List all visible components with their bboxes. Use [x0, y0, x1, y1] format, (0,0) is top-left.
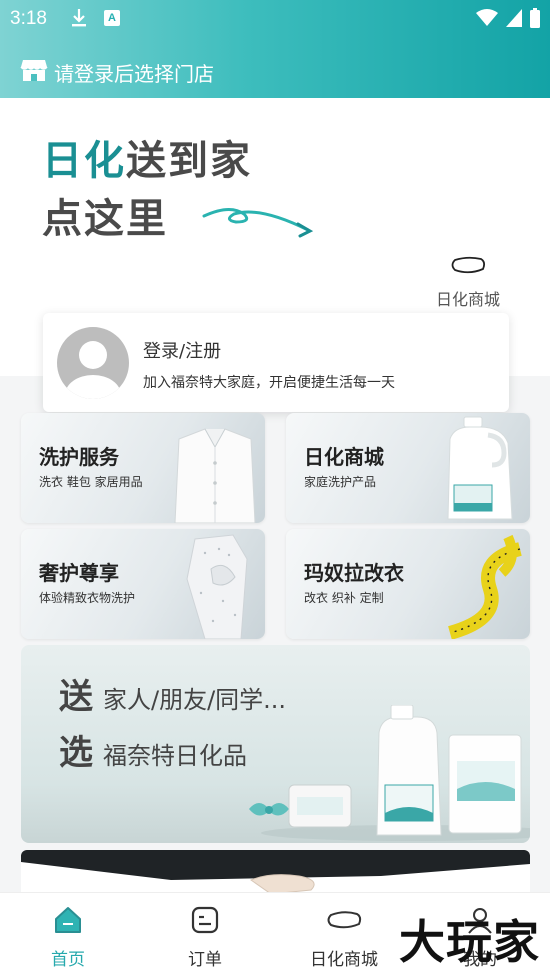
watermark: 大玩家 — [399, 915, 540, 969]
service-subtitle: 改衣 织补 定制 — [304, 591, 384, 605]
login-subtitle: 加入福奈特大家庭，开启便捷生活每一天 — [143, 375, 395, 391]
service-card-tailor[interactable]: 玛奴拉改衣 改衣 织补 定制 — [286, 529, 530, 639]
garment-image — [186, 534, 248, 639]
home-icon — [55, 907, 81, 933]
store-prompt: 请登录后选择门店 — [54, 62, 214, 86]
hero-line-1: 日化送到家 — [42, 138, 252, 184]
download-icon — [70, 8, 88, 32]
orders-icon — [191, 906, 219, 934]
tab-shop[interactable]: 日化商城 — [294, 905, 394, 970]
detergent-bottle-image — [447, 416, 513, 520]
service-card-luxury[interactable]: 奢护尊享 体验精致衣物洗护 — [21, 529, 265, 639]
wifi-icon — [476, 9, 498, 26]
soap-icon — [451, 256, 486, 274]
tab-orders[interactable]: 订单 — [155, 905, 255, 970]
service-title: 奢护尊享 — [39, 561, 119, 585]
store-selector[interactable]: 请登录后选择门店 — [20, 58, 214, 87]
tab-label: 订单 — [188, 950, 222, 970]
app-header: 3:18 A 请登录后选择门店 — [0, 0, 550, 98]
product-image — [249, 705, 530, 841]
system-status-icons — [476, 8, 540, 28]
service-subtitle: 家庭洗护产品 — [304, 475, 377, 489]
promo-banner[interactable]: 送 家人/朋友/同学... 选 福奈特日化品 — [21, 645, 530, 843]
store-icon — [20, 58, 48, 87]
soap-icon — [327, 911, 362, 929]
service-subtitle: 体验精致衣物洗护 — [39, 591, 136, 605]
battery-icon — [530, 8, 540, 28]
signal-icon — [506, 9, 522, 27]
shop-shortcut-label: 日化商城 — [435, 290, 500, 309]
service-title: 玛奴拉改衣 — [304, 561, 404, 585]
app-icon: A — [104, 10, 120, 26]
status-bar: 3:18 A — [0, 0, 550, 38]
shirt-image — [174, 428, 256, 523]
shop-shortcut[interactable]: 日化商城 — [430, 256, 506, 310]
login-card[interactable]: 登录/注册 加入福奈特大家庭，开启便捷生活每一天 — [43, 313, 509, 412]
gift-bow — [249, 803, 289, 816]
service-card-wash[interactable]: 洗护服务 洗衣 鞋包 家居用品 — [21, 413, 265, 523]
promo-line-2: 选 福奈特日化品 — [59, 733, 247, 773]
tab-home[interactable]: 首页 — [18, 905, 118, 970]
service-subtitle: 洗衣 鞋包 家居用品 — [39, 475, 143, 489]
service-title: 洗护服务 — [39, 445, 119, 469]
service-title: 日化商城 — [304, 445, 384, 469]
avatar — [57, 327, 129, 399]
tape-measure-image — [447, 534, 522, 639]
hero-line-2: 点这里 — [42, 196, 168, 242]
login-title: 登录/注册 — [143, 341, 222, 362]
arrow-icon — [202, 208, 314, 238]
tab-label: 首页 — [51, 950, 85, 970]
service-card-shop[interactable]: 日化商城 家庭洗护产品 — [286, 413, 530, 523]
tab-label: 日化商城 — [310, 950, 378, 970]
status-time: 3:18 — [10, 8, 47, 29]
